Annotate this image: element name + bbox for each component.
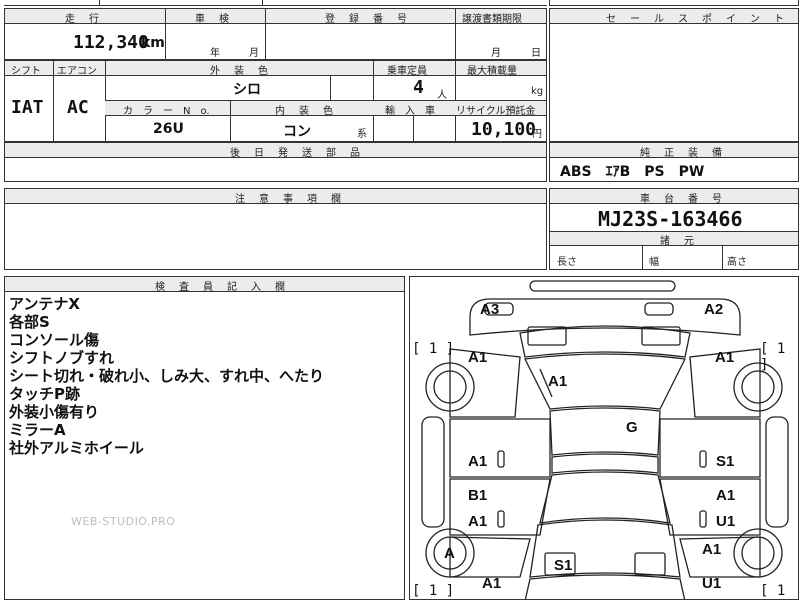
- recycle-value: 10,100: [471, 119, 537, 140]
- car-diagram-panel: A3 A2 A1 A1 A1 G A1 S1 B1 A1 A1 U1 A A1 …: [409, 276, 799, 600]
- mark-door-rear-left-lower: A1: [468, 513, 488, 530]
- chassis-number: MJ23S-163466: [598, 207, 743, 231]
- aircon-value: AC: [67, 97, 89, 118]
- mileage-value: 112,340: [73, 32, 149, 53]
- mark-quarter-right: A1: [702, 541, 722, 558]
- spec-block: シフト エアコン 外 装 色 乗車定員 最大積載量 IAT AC シロ 4 人 …: [4, 60, 547, 142]
- chassis-header: 車 台 番 号: [640, 194, 724, 205]
- bracket-rear-left: [ 1 ]: [412, 583, 455, 599]
- mark-door-rear-right-upper: A1: [716, 487, 736, 504]
- mark-roof-front-right: A2: [704, 301, 724, 318]
- transfer-deadline-header: 譲渡書類期限: [462, 14, 522, 25]
- color-no-value: 26U: [153, 121, 184, 137]
- recycle-unit: 円: [532, 129, 542, 140]
- sales-point-block: セ ー ル ス ポ イ ン ト: [549, 8, 799, 142]
- inspection-year-unit: 年: [210, 48, 220, 59]
- list-item: タッチP跡: [9, 385, 80, 403]
- exterior-color-value: シロ: [233, 82, 261, 98]
- inspector-notes-list: アンテナX 各部S コンソール傷 シフトノブすれ シート切れ・破れ小、しみ大、す…: [9, 295, 404, 457]
- deadline-day-unit: 日: [531, 48, 541, 59]
- genuine-equipment-block: 純 正 装 備 ABS ｴｱB PS PW: [549, 142, 799, 182]
- load-unit: kg: [531, 86, 544, 97]
- mark-door-front-left: A1: [468, 453, 488, 470]
- mark-roof-front-left: A3: [480, 301, 500, 318]
- mark-tailgate: S1: [554, 557, 573, 574]
- caution-header: 注 意 事 項 欄: [235, 194, 343, 205]
- aircon-header: エアコン: [57, 66, 97, 77]
- mark-fender-left-front: A1: [468, 349, 488, 366]
- mark-fender-right-front: A1: [715, 349, 735, 366]
- deadline-month-unit: 月: [491, 48, 501, 59]
- inspector-notes-header: 検 査 員 記 入 欄: [155, 282, 287, 293]
- genuine-equipment-value: ABS ｴｱB PS PW: [560, 164, 705, 180]
- mark-roof: G: [626, 419, 638, 436]
- list-item: シート切れ・破れ小、しみ大、すれ中、へたり: [9, 367, 325, 385]
- capacity-unit: 人: [437, 90, 447, 101]
- car-diagram-icon: [421, 280, 789, 599]
- interior-color-header: 内 装 色: [275, 106, 335, 117]
- top-fragment-row: [4, 0, 547, 6]
- sales-point-header: セ ー ル ス ポ イ ン ト: [606, 14, 786, 25]
- mark-door-rear-left-upper: B1: [468, 487, 488, 504]
- list-item: 社外アルミホイール: [9, 439, 144, 457]
- chassis-block: 車 台 番 号 MJ23S-163466 諸 元 長さ 幅 高さ: [549, 188, 799, 270]
- import-header: 輸 入 車: [385, 106, 435, 117]
- mark-bumper-rear-left: A1: [482, 575, 502, 592]
- color-no-header: カ ラ ー N o.: [123, 106, 210, 117]
- genuine-equipment-header: 純 正 装 備: [640, 148, 724, 159]
- length-label: 長さ: [557, 257, 577, 268]
- mark-door-front-right: S1: [716, 453, 735, 470]
- shift-header: シフト: [11, 66, 41, 77]
- registration-number-header: 登 録 番 号: [325, 14, 409, 25]
- list-item: アンテナX: [9, 295, 80, 313]
- interior-suffix: 系: [357, 129, 367, 140]
- mark-bumper-rear-right: U1: [702, 575, 722, 592]
- list-item: ミラーA: [9, 421, 66, 439]
- height-label: 高さ: [727, 257, 747, 268]
- mark-door-rear-right-lower: U1: [716, 513, 736, 530]
- caution-block: 注 意 事 項 欄: [4, 188, 547, 270]
- mark-wheel-rear-left: A: [444, 545, 455, 562]
- list-item: 外装小傷有り: [9, 403, 100, 421]
- capacity-header: 乗車定員: [387, 66, 427, 77]
- shift-value: IAT: [11, 97, 44, 118]
- bracket-front-left: [ 1 ]: [412, 341, 455, 357]
- parts-header: 後 日 発 送 部 品: [230, 148, 362, 159]
- inspection-header: 車 検: [195, 14, 231, 25]
- mileage-header: 走 行: [65, 14, 101, 25]
- mileage-unit: km: [141, 35, 165, 51]
- parts-block: 後 日 発 送 部 品: [4, 142, 547, 182]
- watermark: WEB-STUDIO.PRO: [71, 515, 176, 528]
- max-load-header: 最大積載量: [467, 66, 517, 77]
- list-item: シフトノブすれ: [9, 349, 115, 367]
- exterior-color-header: 外 装 色: [210, 66, 270, 77]
- mileage-block: 走 行 車 検 登 録 番 号 譲渡書類期限 112,340 km 年 月 月 …: [4, 8, 547, 60]
- list-item: 各部S: [9, 313, 50, 331]
- inspection-month-unit: 月: [249, 48, 259, 59]
- mark-windshield: A1: [548, 373, 568, 390]
- dimensions-header: 諸 元: [660, 236, 696, 247]
- width-label: 幅: [649, 257, 659, 268]
- interior-color-value: コン: [283, 124, 311, 140]
- recycle-header: リサイクル預託金: [456, 106, 536, 117]
- list-item: コンソール傷: [9, 331, 100, 349]
- capacity-value: 4: [413, 77, 424, 98]
- inspector-notes-block: 検 査 員 記 入 欄 アンテナX 各部S コンソール傷 シフトノブすれ シート…: [4, 276, 405, 600]
- bracket-front-right: [ 1 ]: [760, 341, 786, 373]
- bracket-rear-right: [ 1 ]: [760, 583, 786, 599]
